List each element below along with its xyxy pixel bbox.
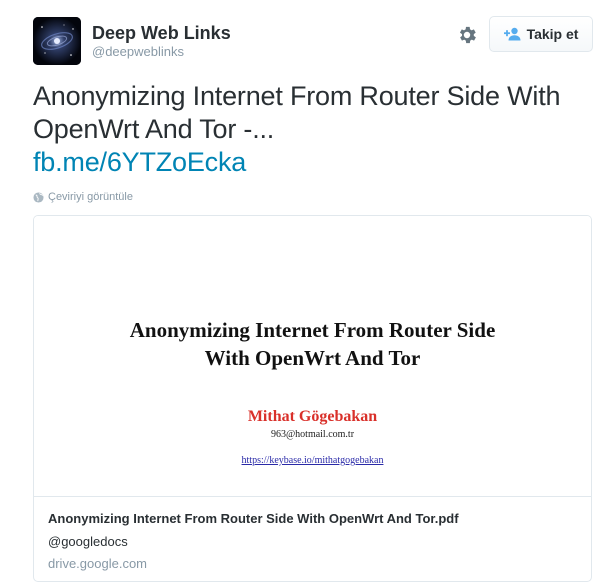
document-url: https://keybase.io/mithatgogebakan (241, 455, 384, 466)
document-email: 963@hotmail.com.tr (270, 429, 355, 440)
document-preview[interactable]: Anonymizing Internet From Router Side Wi… (34, 216, 591, 497)
document-author: Mithat Gögebakan (247, 408, 378, 425)
author-username[interactable]: @deepweblinks (92, 44, 231, 60)
globe-icon (33, 191, 44, 203)
tweet-text: Anonymizing Internet From Router Side Wi… (33, 80, 593, 179)
document-title: Anonymizing Internet From Router Side Wi… (34, 316, 591, 372)
tweet-text-body: Anonymizing Internet From Router Side Wi… (33, 81, 561, 144)
follow-button[interactable]: Takip et (489, 16, 593, 52)
follow-button-label: Takip et (526, 26, 579, 42)
gear-icon[interactable] (456, 24, 478, 46)
card-title[interactable]: Anonymizing Internet From Router Side Wi… (48, 510, 578, 528)
avatar[interactable] (33, 17, 81, 65)
tweet: Deep Web Links @deepweblinks Takip et An… (0, 0, 615, 587)
card-meta: Anonymizing Internet From Router Side Wi… (48, 510, 578, 573)
translate-label: Çeviriyi görüntüle (48, 191, 133, 203)
tweet-link[interactable]: fb.me/6YTZoEcka (33, 146, 593, 179)
galaxy-avatar-icon (33, 17, 81, 65)
document-title-line2: With OpenWrt And Tor (204, 346, 421, 370)
translate-link[interactable]: Çeviriyi görüntüle (33, 191, 133, 203)
add-user-icon (503, 27, 522, 41)
link-card[interactable]: Anonymizing Internet From Router Side Wi… (33, 215, 592, 582)
author-info[interactable]: Deep Web Links @deepweblinks (92, 22, 231, 60)
card-handle[interactable]: @googledocs (48, 533, 578, 551)
document-title-line1: Anonymizing Internet From Router Side (129, 318, 496, 342)
author-fullname[interactable]: Deep Web Links (92, 22, 231, 44)
card-domain: drive.google.com (48, 556, 147, 571)
